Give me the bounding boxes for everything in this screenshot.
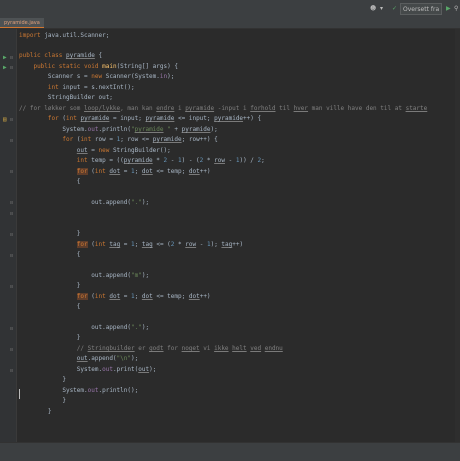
fold-for-tag-icon[interactable]: ⊟ <box>10 211 13 217</box>
code-line-28: System.out.print(out); <box>19 366 157 373</box>
code-line-10: System.out.println("pyramide " + pyramid… <box>19 126 218 133</box>
fold-main-icon[interactable]: ⊟ <box>10 65 13 71</box>
search-icon[interactable]: ⚲ <box>454 3 458 15</box>
breakpoint-marker-icon[interactable]: ▤ <box>3 117 7 123</box>
code-line-12: out = new StringBuilder(); <box>76 147 171 154</box>
fold-block-end-icon[interactable]: ⊟ <box>10 326 13 332</box>
code-line-1: import java.util.Scanner; <box>19 32 110 39</box>
status-bar <box>0 442 460 461</box>
run-main-icon[interactable]: ▶ <box>3 65 7 71</box>
code-line-15: { <box>19 178 81 185</box>
code-line-8: // for løkker som loop/lykke, man kan en… <box>19 105 428 112</box>
code-line-16: out.append("."); <box>19 199 150 206</box>
code-line-32: } <box>19 408 52 415</box>
code-line-5: Scanner s = new Scanner(System.in); <box>19 73 175 80</box>
editor-scrollbar[interactable] <box>455 29 460 442</box>
run-class-icon[interactable]: ▶ <box>3 55 7 61</box>
build-icon[interactable]: ✓ <box>392 3 397 15</box>
fold-block-end-icon[interactable]: ⊟ <box>10 232 13 238</box>
code-line-1-rest: java.util.Scanner; <box>44 32 110 39</box>
code-line-23: { <box>19 303 81 310</box>
code-line-22: for (int dot = 1; dot <= temp; dot++) <box>76 293 211 300</box>
code-line-25: } <box>19 334 81 341</box>
code-line-13: int temp = ((pyramide * 2 - 1) - (2 * ro… <box>76 157 265 164</box>
code-line-4: public static void main(String[] args) { <box>33 63 178 70</box>
code-line-31: } <box>19 397 66 404</box>
fold-block-end-icon[interactable]: ⊟ <box>10 368 13 374</box>
code-line-9: for (int pyramide = input; pyramide <= i… <box>47 115 262 122</box>
user-icon[interactable]: ☻ <box>370 3 376 15</box>
fold-for-dot-icon[interactable]: ⊟ <box>10 169 13 175</box>
text-caret <box>19 389 20 399</box>
fold-for-row-icon[interactable]: ⊟ <box>10 138 13 144</box>
editor-tab-bar: pyramide.java <box>0 18 460 29</box>
run-config-select[interactable]: Oversett fra <box>400 3 442 15</box>
code-line-18: for (int tag = 1; tag <= (2 * row - 1); … <box>76 241 244 248</box>
code-line-29: } <box>19 376 66 383</box>
play-icon[interactable]: ▶ <box>446 3 451 15</box>
fold-block-end-icon[interactable]: ⊟ <box>10 200 13 206</box>
code-line-21: } <box>19 282 81 289</box>
fold-block-end-icon[interactable]: ⊟ <box>10 347 13 353</box>
code-line-26: // Stringbuilder er godt for noget vi ik… <box>76 345 283 352</box>
code-line-17: } <box>19 230 81 237</box>
code-line-24: out.append("."); <box>19 324 150 331</box>
code-line-6: int input = s.nextInt(); <box>47 84 135 91</box>
fold-for-pyramide-icon[interactable]: ⊟ <box>10 117 13 123</box>
fold-for-dot-icon[interactable]: ⊟ <box>10 253 13 259</box>
toolbar: ☻ ▾ ✓ Oversett fra ▶ ⚲ <box>0 0 460 19</box>
code-line-7: StringBuilder out; <box>19 94 113 101</box>
code-line-14: for (int dot = 1; dot <= temp; dot++) <box>76 168 211 175</box>
fold-block-end-icon[interactable]: ⊟ <box>10 284 13 290</box>
code-line-20: out.append("m"); <box>19 272 150 279</box>
fold-class-icon[interactable]: ⊟ <box>10 55 13 61</box>
code-line-19: { <box>19 251 81 258</box>
code-editor[interactable]: import java.util.Scanner; public class p… <box>17 29 460 442</box>
code-line-11: for (int row = 1; row <= pyramide; row++… <box>62 136 218 143</box>
code-line-3: public class pyramide { <box>19 52 103 59</box>
code-line-27: out.append("\n"); <box>76 355 139 362</box>
editor-gutter: ▶ ▶ ▤ ⊟ ⊟ ⊟ ⊟ ⊟ ⊟ ⊟ ⊟ ⊟ ⊟ ⊟ ⊟ ⊟ <box>0 29 17 442</box>
code-line-30: System.out.println(); <box>19 387 139 394</box>
tab-pyramide-java[interactable]: pyramide.java <box>0 18 44 28</box>
user-dropdown-chevron-icon[interactable]: ▾ <box>380 3 383 15</box>
